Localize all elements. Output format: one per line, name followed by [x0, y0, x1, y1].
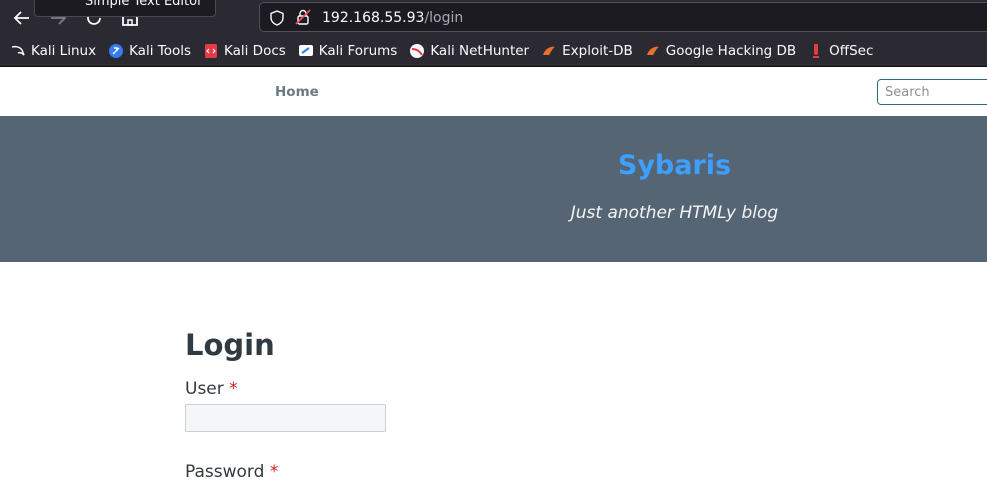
url-bar[interactable]: 192.168.55.93/login: [259, 2, 987, 32]
tooltip: Simple Text Editor: [34, 0, 216, 17]
bookmark-label: Kali Forums: [318, 43, 398, 59]
browser-toolbar: Simple Text Editor 192.168.55.93/login: [0, 0, 987, 36]
bookmark-kali-linux[interactable]: Kali Linux: [10, 43, 96, 59]
nav-home-link[interactable]: Home: [275, 84, 319, 100]
user-label: User *: [185, 379, 238, 399]
bookmark-kali-nethunter[interactable]: Kali NetHunter: [409, 43, 529, 59]
password-label-text: Password: [185, 462, 265, 480]
bookmarks-bar: Kali Linux Kali Tools Kali Docs Kali For…: [0, 36, 987, 67]
bookmark-label: Kali NetHunter: [430, 43, 530, 59]
password-label: Password *: [185, 462, 278, 480]
bookmark-kali-tools[interactable]: Kali Tools: [108, 43, 191, 59]
kali-tools-icon: [109, 44, 124, 58]
bookmark-kali-docs[interactable]: Kali Docs: [203, 43, 286, 59]
search-input[interactable]: [877, 79, 987, 105]
offsec-icon: [813, 44, 820, 58]
required-mark: *: [269, 462, 279, 480]
kali-dragon-icon: [11, 45, 25, 56]
nethunter-icon: [410, 44, 425, 58]
bookmark-label: Kali Docs: [224, 43, 286, 59]
bookmark-offsec[interactable]: OffSec: [808, 43, 873, 59]
user-input[interactable]: [185, 404, 386, 432]
bookmark-label: Kali Tools: [129, 43, 191, 59]
bookmark-exploit-db[interactable]: Exploit-DB: [541, 43, 633, 59]
required-mark: *: [229, 379, 238, 399]
kali-forums-icon: [298, 45, 313, 56]
page-title: Login: [185, 328, 275, 362]
shield-icon[interactable]: [268, 9, 286, 27]
site-navbar: Home: [0, 68, 987, 116]
user-label-text: User: [185, 379, 224, 399]
kali-docs-icon: [205, 44, 217, 58]
ghdb-icon: [646, 46, 659, 55]
url-path: /login: [424, 10, 464, 26]
exploit-db-icon: [543, 46, 556, 55]
url-text[interactable]: 192.168.55.93/login: [322, 8, 463, 28]
bookmark-label: Kali Linux: [31, 43, 97, 59]
bookmark-label: Exploit-DB: [562, 43, 633, 59]
site-tagline: Just another HTMLy blog: [570, 203, 779, 223]
bookmark-google-hacking-db[interactable]: Google Hacking DB: [645, 43, 796, 59]
back-arrow-icon[interactable]: [10, 6, 34, 30]
url-host: 192.168.55.93: [322, 10, 425, 26]
bookmark-kali-forums[interactable]: Kali Forums: [298, 43, 398, 59]
bookmark-label: OffSec: [829, 43, 874, 59]
bookmark-label: Google Hacking DB: [665, 43, 797, 59]
site-header: Sybaris Just another HTMLy blog: [0, 116, 987, 262]
insecure-lock-icon[interactable]: [294, 8, 312, 26]
site-title[interactable]: Sybaris: [0, 150, 987, 181]
